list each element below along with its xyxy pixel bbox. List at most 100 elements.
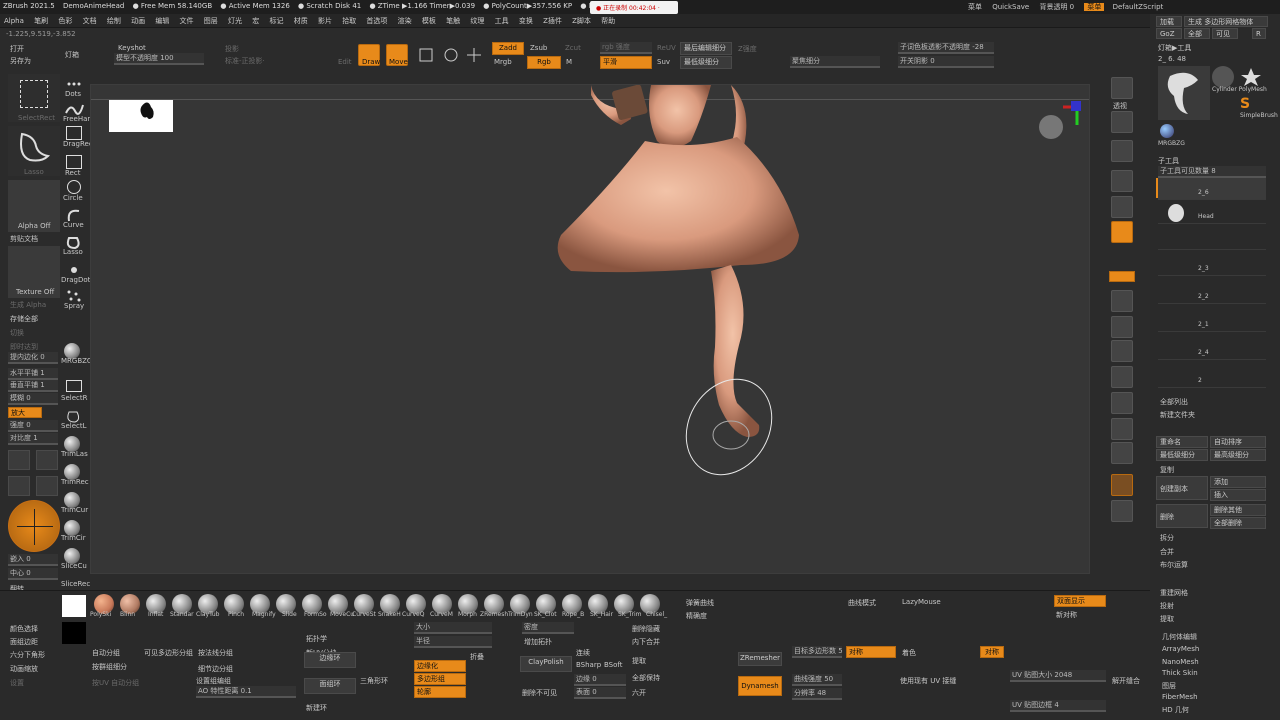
menus-label[interactable]: 菜单 bbox=[968, 3, 982, 11]
trimcur-tile[interactable]: TrimCur bbox=[61, 492, 88, 516]
arraymesh[interactable]: ArrayMesh bbox=[1162, 645, 1199, 653]
precision[interactable]: 精确度 bbox=[686, 611, 707, 621]
local-icon[interactable] bbox=[1111, 140, 1133, 162]
menu-brush[interactable]: 笔刷 bbox=[30, 14, 52, 27]
make-polymesh-button[interactable]: 生成 多边形网格物体 bbox=[1184, 16, 1268, 27]
merge-button[interactable]: 合并 bbox=[1160, 547, 1174, 557]
menu-preferences[interactable]: 首选项 bbox=[362, 14, 391, 27]
rotate-view-icon[interactable] bbox=[1111, 340, 1133, 362]
nanomesh[interactable]: NanoMesh bbox=[1162, 658, 1199, 666]
trimcir-tile[interactable]: TrimCir bbox=[61, 520, 86, 544]
curve-mode[interactable]: 曲线模式 bbox=[848, 598, 876, 608]
vtile-slider[interactable]: 垂直平铺 1 bbox=[8, 380, 58, 392]
polymesh-thumb[interactable] bbox=[1240, 66, 1262, 88]
save-as-button[interactable]: 另存为 bbox=[10, 56, 31, 66]
color-picker-wheel[interactable] bbox=[8, 500, 60, 552]
settings[interactable]: 设置 bbox=[10, 678, 24, 688]
continuous[interactable]: 连续 bbox=[576, 648, 590, 658]
sym-icon[interactable] bbox=[1111, 170, 1133, 192]
target-poly-slider[interactable]: 目标多边形数 5 bbox=[792, 646, 842, 658]
mrgbzg-thumb[interactable] bbox=[1160, 124, 1174, 138]
menu-transform[interactable]: 变换 bbox=[515, 14, 537, 27]
zremesher-button[interactable]: ZRemesher bbox=[738, 652, 782, 666]
default-zscript[interactable]: DefaultZScript bbox=[1113, 3, 1164, 11]
dragdot-tile[interactable]: DragDot bbox=[61, 262, 90, 286]
menu-document[interactable]: 文档 bbox=[79, 14, 101, 27]
uv-auto-group[interactable]: 按UV 自动分组 bbox=[92, 678, 139, 688]
colorize[interactable]: 着色 bbox=[902, 648, 916, 658]
symmetry-button[interactable]: 对称 bbox=[846, 646, 896, 658]
freehand-tile[interactable]: FreeHand bbox=[63, 101, 96, 125]
r-button[interactable]: R bbox=[1252, 28, 1266, 39]
boolean-button[interactable]: 布尔运算 bbox=[1160, 560, 1188, 570]
rename-button[interactable]: 重命名 bbox=[1156, 436, 1208, 448]
bg-transparency[interactable]: 背景透明 0 bbox=[1039, 3, 1074, 11]
menu-help[interactable]: 帮助 bbox=[597, 14, 619, 27]
switch-label[interactable]: 切换 bbox=[10, 328, 24, 338]
lasso-tile[interactable]: Lasso bbox=[8, 126, 60, 176]
new-folder-button[interactable]: 新建文件夹 bbox=[1160, 410, 1195, 420]
slicerec-tile[interactable]: SliceRec bbox=[61, 574, 90, 590]
unwrap-seam[interactable]: 解开缝合 bbox=[1112, 676, 1140, 686]
six-open[interactable]: 六开 bbox=[632, 688, 646, 698]
radius-slider[interactable]: 半径 bbox=[414, 636, 492, 648]
fibermesh[interactable]: FiberMesh bbox=[1162, 693, 1198, 701]
contrast-slider[interactable]: 对比度 1 bbox=[8, 433, 58, 445]
slicecu-tile[interactable]: SliceCu bbox=[61, 548, 87, 572]
thick-skin[interactable]: Thick Skin bbox=[1162, 669, 1198, 677]
cylinder-thumb[interactable] bbox=[1212, 66, 1234, 88]
dynamic-icon[interactable] bbox=[1111, 474, 1133, 496]
tri-loop[interactable]: 三角形环 bbox=[360, 676, 388, 686]
uv-map-size-slider[interactable]: UV 贴图大小 2048 bbox=[1010, 670, 1106, 682]
bsoft[interactable]: BSoft bbox=[604, 661, 623, 669]
menus-toggle[interactable]: 菜单 bbox=[1084, 3, 1105, 11]
subtool-row[interactable]: 2_6 bbox=[1156, 178, 1266, 200]
delete-all-button[interactable]: 全部删除 bbox=[1210, 517, 1266, 529]
menu-texture[interactable]: 纹理 bbox=[466, 14, 488, 27]
subtool-visible-count[interactable]: 子工具可见数量 8 bbox=[1158, 166, 1266, 178]
keyshot-button[interactable]: Keyshot bbox=[118, 44, 146, 52]
frame-icon[interactable] bbox=[1111, 196, 1133, 218]
edge-button[interactable]: 边缘化 bbox=[414, 660, 466, 672]
use-existing-uv[interactable]: 使用现有 UV 接缝 bbox=[900, 676, 956, 686]
all-button[interactable]: 全部 bbox=[1184, 28, 1210, 39]
ao-distance-slider[interactable]: AO 特性距离 0.1 bbox=[196, 686, 296, 698]
uv-map-border-slider[interactable]: UV 贴图边框 4 bbox=[1010, 700, 1106, 712]
zsub-button[interactable]: Zsub bbox=[530, 44, 547, 52]
blur-slider[interactable]: 模糊 0 bbox=[8, 393, 58, 405]
edge-slider[interactable]: 边缘 0 bbox=[574, 674, 626, 686]
auto-group[interactable]: 自动分组 bbox=[92, 648, 120, 658]
claypolish-button[interactable]: ClayPolish bbox=[520, 656, 572, 672]
dots-tile[interactable]: Dots bbox=[63, 76, 85, 100]
selectrect-tile[interactable]: SelectRect bbox=[8, 74, 60, 122]
fold-button[interactable]: 折叠 bbox=[470, 652, 484, 662]
secondary-color-swatch[interactable] bbox=[62, 622, 86, 644]
magnify-button[interactable]: 放大 bbox=[8, 407, 42, 418]
menu-zplugin[interactable]: Z插件 bbox=[539, 14, 566, 27]
polygroup-margin[interactable]: 面组边距 bbox=[10, 637, 38, 647]
spray-tile[interactable]: Spray bbox=[63, 288, 85, 312]
menu-zscript[interactable]: Z脚本 bbox=[568, 14, 595, 27]
zadd-button[interactable]: Zadd bbox=[492, 42, 524, 55]
menu-edit[interactable]: 编辑 bbox=[151, 14, 173, 27]
resolution-slider[interactable]: 分辨率 48 bbox=[792, 688, 842, 700]
bpr-icon[interactable] bbox=[1111, 77, 1133, 99]
viewport-canvas[interactable] bbox=[90, 84, 1090, 574]
lowest-sub-button[interactable]: 最低级细分 bbox=[1156, 449, 1208, 461]
polygroup-button[interactable]: 多边形组 bbox=[414, 673, 466, 685]
flip-v-icon[interactable] bbox=[36, 450, 58, 470]
topology[interactable]: 拓扑学 bbox=[306, 634, 327, 644]
curve-strength-slider[interactable]: 曲线强度 50 bbox=[792, 674, 842, 686]
density-slider[interactable]: 密度 bbox=[522, 622, 574, 634]
polyframe-icon[interactable] bbox=[1111, 221, 1133, 243]
delete-hidden[interactable]: 删除隐藏 bbox=[632, 624, 660, 634]
m-button[interactable]: M bbox=[566, 58, 572, 66]
menu-light[interactable]: 灯光 bbox=[224, 14, 246, 27]
alpha-off-tile[interactable]: Alpha Off bbox=[8, 180, 60, 232]
subtool-row[interactable]: 2_4 bbox=[1158, 338, 1266, 360]
menu-color[interactable]: 色彩 bbox=[54, 14, 76, 27]
store-all-label[interactable]: 存储全部 bbox=[10, 314, 38, 324]
model-render[interactable] bbox=[91, 85, 1091, 575]
make-alpha-label[interactable]: 生成 Alpha bbox=[10, 300, 46, 310]
new-symmetry[interactable]: 新对称 bbox=[1056, 610, 1077, 620]
